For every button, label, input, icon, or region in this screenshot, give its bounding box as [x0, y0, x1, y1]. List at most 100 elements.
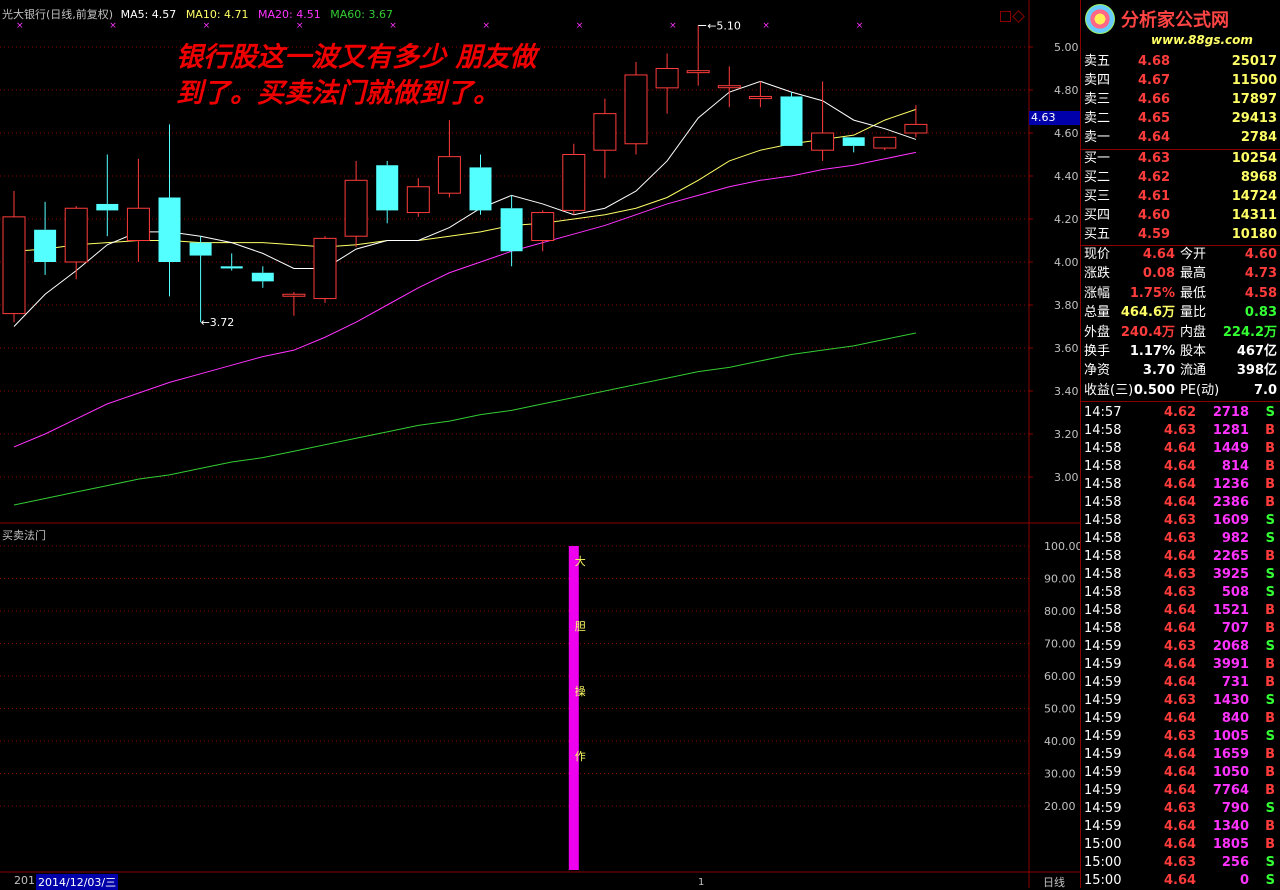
signal-marker: × [109, 21, 117, 31]
tick-row[interactable]: 14:58 4.64 2265 B [1081, 548, 1280, 566]
bid-price: 4.63 [1138, 151, 1171, 166]
tick-time: 14:58 [1084, 531, 1122, 546]
tick-row[interactable]: 14:59 4.64 1050 B [1081, 764, 1280, 782]
tick-row[interactable]: 15:00 4.63 256 S [1081, 854, 1280, 872]
ma20-line [13, 151, 917, 448]
kline-chart-area[interactable]: 5.00 4.80 4.60 4.40 4.20 4.00 3.80 3.60 3.40 3.20… [0, 0, 1082, 890]
bid-row[interactable]: 买三 4.61 14724 [1081, 188, 1280, 206]
tick-time: 14:59 [1084, 819, 1122, 834]
tick-row[interactable]: 15:00 4.64 1805 B [1081, 836, 1280, 854]
stat-row[interactable]: 现价 4.64 今开 4.60 [1081, 246, 1280, 264]
tick-time: 14:58 [1084, 621, 1122, 636]
stat-row[interactable]: 净资 3.70 流通 398亿 [1081, 362, 1280, 380]
price-tick-label: 5.00 [1054, 41, 1079, 54]
tick-row[interactable]: 14:59 4.64 1659 B [1081, 746, 1280, 764]
tick-volume: 731 [1221, 675, 1249, 690]
tick-direction: S [1265, 639, 1275, 654]
divider [1081, 401, 1280, 402]
stat-value: 0.08 [1142, 266, 1175, 282]
tick-row[interactable]: 14:58 4.64 1449 B [1081, 440, 1280, 458]
tick-row[interactable]: 14:59 4.63 790 S [1081, 800, 1280, 818]
stat-value: 4.58 [1244, 285, 1277, 301]
tick-price: 4.64 [1164, 873, 1197, 888]
candle-body [531, 212, 555, 242]
stat-value: 0.500 [1133, 382, 1175, 398]
ask-row[interactable]: 卖二 4.65 29413 [1081, 110, 1280, 128]
tick-volume: 2068 [1212, 639, 1249, 654]
tick-row[interactable]: 14:59 4.64 840 B [1081, 710, 1280, 728]
indicator-bar-char: 操 [575, 684, 586, 698]
stat-label: 现价 [1084, 247, 1111, 262]
bid-row[interactable]: 买一 4.63 10254 [1081, 150, 1280, 168]
price-tick-label: 4.00 [1054, 256, 1079, 269]
ask-price: 4.64 [1138, 130, 1171, 145]
tick-row[interactable]: 14:58 4.63 3925 S [1081, 566, 1280, 584]
stat-row[interactable]: 换手 1.17% 股本 467亿 [1081, 343, 1280, 361]
tick-direction: B [1265, 783, 1275, 798]
tick-row[interactable]: 14:58 4.63 1281 B [1081, 422, 1280, 440]
signal-marker: × [296, 21, 304, 31]
candle-body [842, 137, 865, 146]
ask-row[interactable]: 卖五 4.68 25017 [1081, 53, 1280, 71]
tick-row[interactable]: 14:57 4.62 2718 S [1081, 404, 1280, 422]
candle-body [406, 186, 430, 214]
stat-value: 224.2万 [1222, 324, 1277, 340]
ask-label: 卖五 [1084, 54, 1111, 69]
tick-volume: 840 [1221, 711, 1249, 726]
tick-row[interactable]: 14:59 4.63 1430 S [1081, 692, 1280, 710]
stat-label: 外盘 [1084, 324, 1111, 340]
stat-row[interactable]: 涨跌 0.08 最高 4.73 [1081, 265, 1280, 283]
stat-row[interactable]: 外盘 240.4万 内盘 224.2万 [1081, 324, 1280, 342]
signal-marker: × [203, 21, 211, 31]
stat-value: 1.75% [1129, 285, 1175, 301]
candle-body [2, 216, 26, 315]
tick-row[interactable]: 14:58 4.63 1609 S [1081, 512, 1280, 530]
ask-row[interactable]: 卖一 4.64 2784 [1081, 129, 1280, 147]
minimize-icon[interactable] [1000, 11, 1011, 22]
ask-row[interactable]: 卖三 4.66 17897 [1081, 91, 1280, 109]
candle-body [344, 179, 368, 237]
tick-time: 14:59 [1084, 765, 1122, 780]
price-tick-label: 4.40 [1054, 170, 1079, 183]
bid-row[interactable]: 买二 4.62 8968 [1081, 169, 1280, 187]
tick-volume: 1340 [1212, 819, 1249, 834]
tick-time: 14:59 [1084, 783, 1122, 798]
tick-row[interactable]: 14:58 4.64 814 B [1081, 458, 1280, 476]
stat-row[interactable]: 收益(三) 0.500 PE(动) 7.0 [1081, 382, 1280, 400]
tick-time: 14:58 [1084, 549, 1122, 564]
bid-row[interactable]: 买四 4.60 14311 [1081, 207, 1280, 225]
candle-body [811, 132, 835, 151]
tick-row[interactable]: 14:58 4.64 1521 B [1081, 602, 1280, 620]
tick-time: 14:58 [1084, 459, 1122, 474]
stat-label: 流通 [1180, 363, 1207, 379]
tick-row[interactable]: 14:58 4.63 508 S [1081, 584, 1280, 602]
indicator-tick-label: 40.00 [1044, 735, 1076, 748]
ask-row[interactable]: 卖四 4.67 11500 [1081, 72, 1280, 90]
tick-direction: B [1265, 441, 1275, 456]
tick-row[interactable]: 14:58 4.64 1236 B [1081, 476, 1280, 494]
price-tick-label: 4.60 [1054, 127, 1079, 140]
tick-row[interactable]: 14:58 4.63 982 S [1081, 530, 1280, 548]
tick-time: 14:58 [1084, 441, 1122, 456]
tick-row[interactable]: 14:59 4.64 7764 B [1081, 782, 1280, 800]
price-tick-label: 4.20 [1054, 213, 1079, 226]
tick-row[interactable]: 14:58 4.64 707 B [1081, 620, 1280, 638]
bid-row[interactable]: 买五 4.59 10180 [1081, 226, 1280, 244]
indicator-tick-label: 20.00 [1044, 800, 1076, 813]
tick-row[interactable]: 14:59 4.64 3991 B [1081, 656, 1280, 674]
tick-direction: B [1265, 495, 1275, 510]
tick-row[interactable]: 14:59 4.64 731 B [1081, 674, 1280, 692]
stat-row[interactable]: 总量 464.6万 量比 0.83 [1081, 304, 1280, 322]
tick-row[interactable]: 14:59 4.64 1340 B [1081, 818, 1280, 836]
stat-label: 净资 [1084, 363, 1111, 379]
tick-row[interactable]: 14:59 4.63 1005 S [1081, 728, 1280, 746]
stat-row[interactable]: 涨幅 1.75% 最低 4.58 [1081, 285, 1280, 303]
kline-chart-svg[interactable]: 5.00 4.80 4.60 4.40 4.20 4.00 3.80 3.60 3.40 3.20… [0, 0, 1080, 888]
tick-row[interactable]: 14:59 4.63 2068 S [1081, 638, 1280, 656]
bid-price: 4.61 [1138, 189, 1171, 204]
tick-time: 14:58 [1084, 513, 1122, 528]
tick-row[interactable]: 15:00 4.64 0 S [1081, 872, 1280, 890]
tick-time: 14:59 [1084, 801, 1122, 816]
tick-volume: 1430 [1212, 693, 1249, 708]
tick-row[interactable]: 14:58 4.64 2386 B [1081, 494, 1280, 512]
